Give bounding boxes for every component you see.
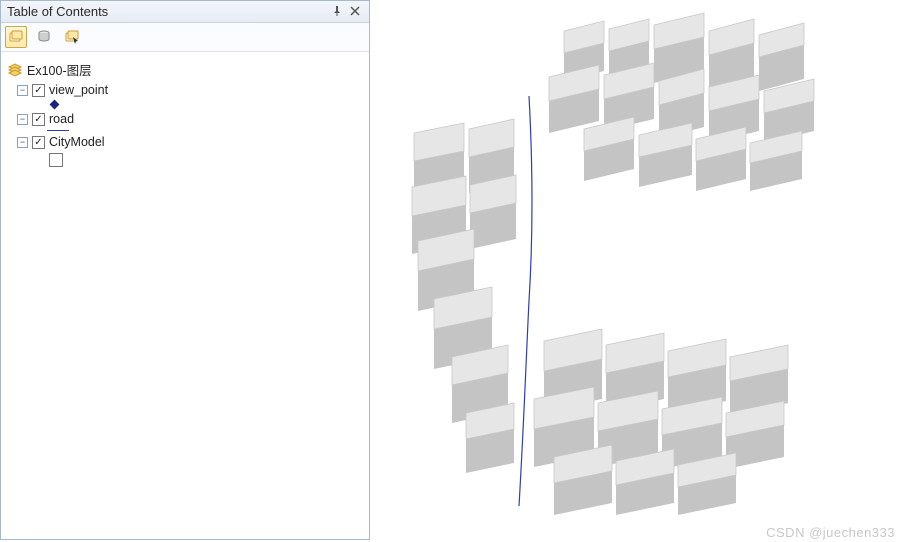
map-viewport[interactable] [374,0,905,542]
list-by-source-button[interactable] [33,26,55,48]
line-symbol-icon [47,130,69,131]
panel-title: Table of Contents [7,4,327,19]
layer-row[interactable]: − view_point [7,81,363,99]
toc-panel: Table of Contents [0,0,370,540]
list-by-drawing-order-button[interactable] [5,26,27,48]
pin-icon[interactable] [329,3,345,19]
layer-label: road [49,112,74,126]
collapse-icon[interactable]: − [17,85,28,96]
layer-label: CityModel [49,135,105,149]
building-cluster-north [549,13,814,191]
data-frame-icon [7,63,23,77]
tree-root[interactable]: Ex100-图层 [7,58,363,81]
layer-row[interactable]: − CityModel [7,133,363,151]
road-feature [519,96,532,506]
point-symbol-icon [50,100,60,110]
list-by-selection-button[interactable] [61,26,83,48]
polygon-symbol-icon [49,153,63,167]
close-icon[interactable] [347,3,363,19]
layer-visibility-checkbox[interactable] [32,136,45,149]
panel-titlebar: Table of Contents [1,1,369,23]
collapse-icon[interactable]: − [17,137,28,148]
collapse-icon[interactable]: − [17,114,28,125]
tree-root-label: Ex100-图层 [27,60,92,79]
building-cluster-south [534,329,788,515]
layer-symbol-row[interactable] [7,99,363,110]
toc-toolbar [1,23,369,52]
layer-row[interactable]: − road [7,110,363,128]
watermark: CSDN @juechen333 [766,525,895,540]
layer-visibility-checkbox[interactable] [32,84,45,97]
layer-label: view_point [49,83,108,97]
layer-symbol-row[interactable] [7,151,363,169]
layer-visibility-checkbox[interactable] [32,113,45,126]
building-cluster-west [412,119,516,473]
layer-tree: Ex100-图层 − view_point − road − [1,52,369,175]
